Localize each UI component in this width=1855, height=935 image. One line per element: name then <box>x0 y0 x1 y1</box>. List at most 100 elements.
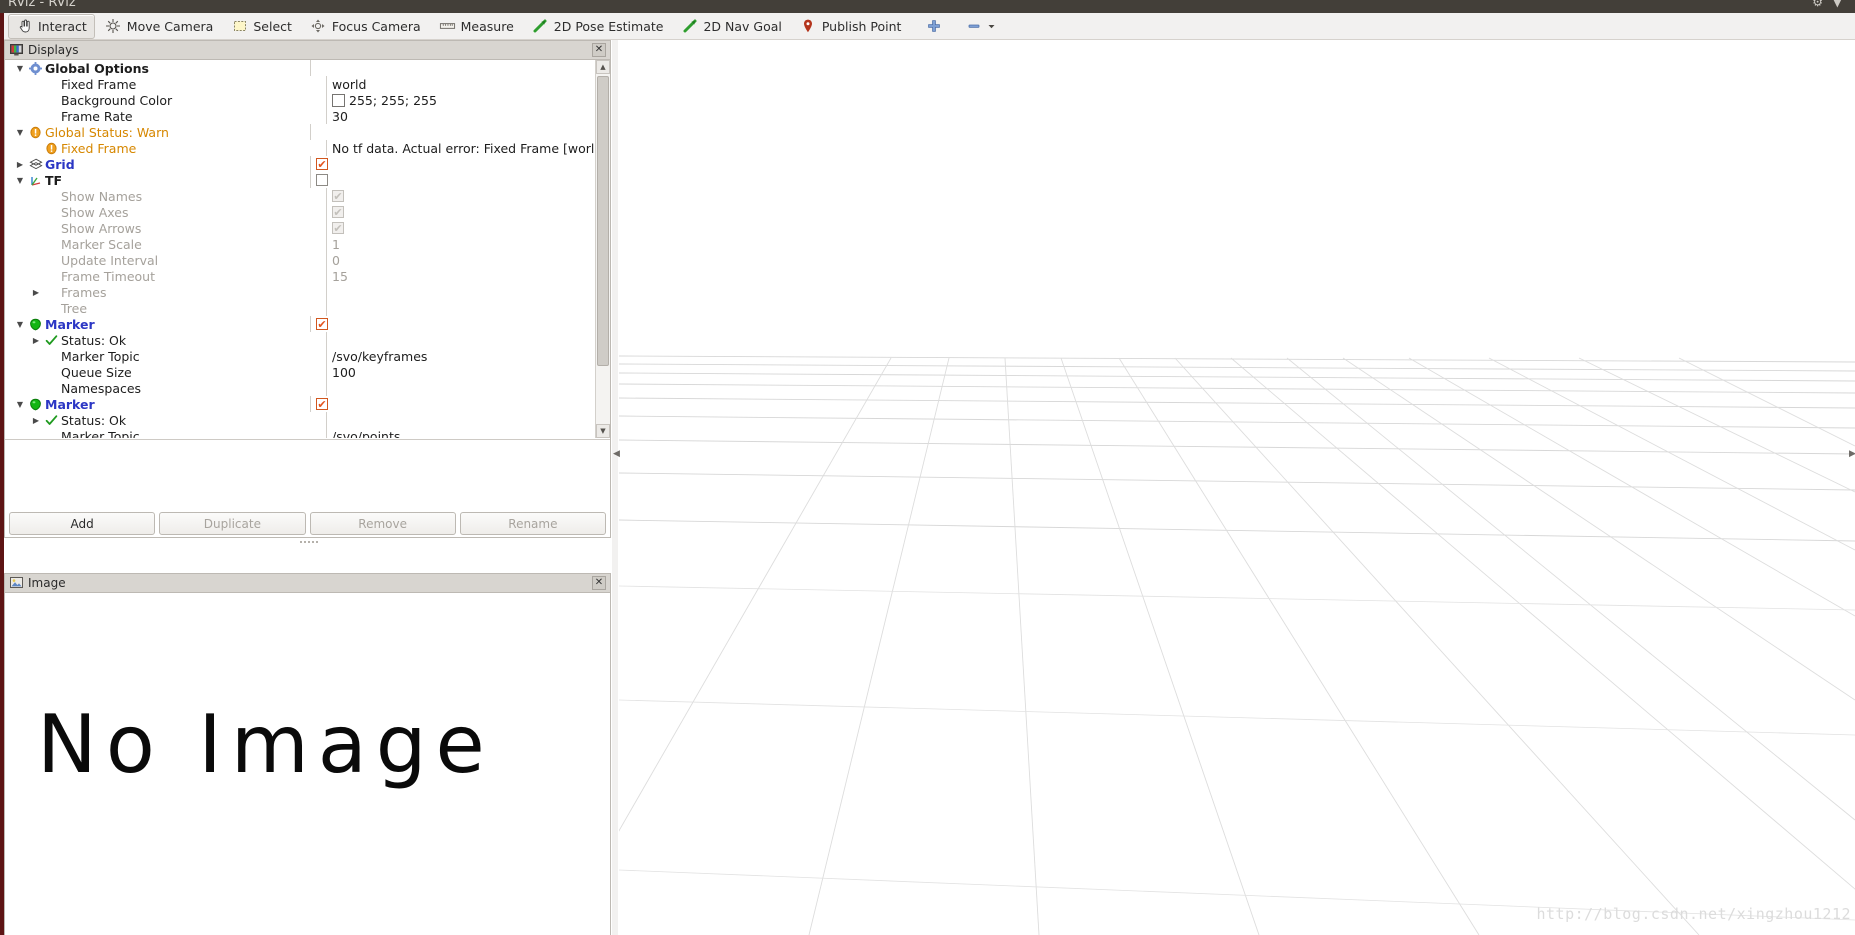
tree-row-label: Fixed Frame <box>61 140 137 156</box>
displays-tree-row[interactable]: Grid <box>5 156 595 172</box>
color-swatch[interactable] <box>332 93 345 107</box>
tree-row-value-cell[interactable] <box>326 300 595 316</box>
tree-row-value-cell[interactable] <box>310 172 595 188</box>
displays-panel-close-button[interactable]: ✕ <box>592 43 606 57</box>
warn-icon <box>43 142 60 155</box>
tree-row-value-cell[interactable] <box>326 284 595 300</box>
add-button[interactable]: Add <box>9 512 156 535</box>
tool-remove-dropdown[interactable] <box>957 14 1004 39</box>
displays-tree-scrollbar[interactable]: ▲ ▼ <box>595 60 610 438</box>
tree-row-label: Marker Topic <box>61 428 140 439</box>
tree-row-label: Global Status: Warn <box>45 124 169 140</box>
display-enable-checkbox[interactable] <box>316 174 328 186</box>
chevron-right-icon[interactable] <box>29 336 43 345</box>
tree-row-value-cell[interactable] <box>310 60 595 76</box>
tree-row-value-cell[interactable] <box>326 204 595 220</box>
chevron-down-icon[interactable] <box>13 320 27 329</box>
displays-tree-row[interactable]: Marker <box>5 316 595 332</box>
chevron-right-icon[interactable] <box>29 416 43 425</box>
displays-tree-row[interactable]: Fixed Frame world <box>5 76 595 92</box>
scrollbar-thumb[interactable] <box>597 76 609 366</box>
displays-tree-row[interactable]: Namespaces <box>5 380 595 396</box>
tree-row-value-cell[interactable]: No tf data. Actual error: Fixed Frame [w… <box>326 140 595 156</box>
displays-tree-row[interactable]: Status: Ok <box>5 412 595 428</box>
displays-tree-row[interactable]: Update Interval 0 <box>5 252 595 268</box>
tree-row-label: Frames <box>61 284 107 300</box>
displays-tree[interactable]: Global OptionsFixed FrameworldBackground… <box>5 60 610 438</box>
display-enable-checkbox[interactable] <box>316 398 328 410</box>
tool-move-camera[interactable]: Move Camera <box>97 14 222 39</box>
tree-row-value-cell[interactable] <box>310 156 595 172</box>
displays-tree-row[interactable]: Show Axes <box>5 204 595 220</box>
panel-resize-grip[interactable] <box>300 540 320 544</box>
tree-row-name-cell: Frame Rate <box>5 108 326 124</box>
tree-row-value-cell[interactable] <box>326 412 595 428</box>
tree-row-value-cell[interactable]: 1 <box>326 236 595 252</box>
tool-interact[interactable]: Interact <box>8 13 95 39</box>
tree-row-value-cell[interactable] <box>310 124 595 140</box>
display-enable-checkbox[interactable] <box>316 158 328 170</box>
displays-tree-row[interactable]: Background Color 255; 255; 255 <box>5 92 595 108</box>
tree-row-value-cell[interactable] <box>326 220 595 236</box>
window-titlebar: RViz - RViz ⚙ ▼ <box>0 0 1855 13</box>
tool-2d-pose-estimate[interactable]: 2D Pose Estimate <box>524 14 672 39</box>
system-tray[interactable]: ⚙ ▼ <box>1812 0 1845 9</box>
splitter-collapse-left-icon[interactable]: ◀ <box>613 450 620 459</box>
tree-row-value-cell[interactable] <box>326 380 595 396</box>
tree-row-value-cell[interactable]: world <box>326 76 595 92</box>
displays-tree-row[interactable]: Queue Size 100 <box>5 364 595 380</box>
tool-2d-nav-goal[interactable]: 2D Nav Goal <box>673 14 789 39</box>
displays-tree-row[interactable]: Frames <box>5 284 595 300</box>
displays-tree-row[interactable]: Tree <box>5 300 595 316</box>
displays-tree-row[interactable]: Marker Topic/svo/points <box>5 428 595 438</box>
tool-add[interactable] <box>917 14 955 39</box>
displays-tree-row[interactable]: Show Names <box>5 188 595 204</box>
chevron-down-icon[interactable] <box>13 64 27 73</box>
tree-row-value-cell[interactable] <box>326 188 595 204</box>
displays-tree-row[interactable]: Global Options <box>5 60 595 76</box>
tree-row-name-cell: Status: Ok <box>5 412 326 428</box>
tree-row-label: Status: Ok <box>61 332 127 348</box>
tree-row-value-cell[interactable]: /svo/keyframes <box>326 348 595 364</box>
window-left-edge <box>0 13 4 935</box>
chevron-right-icon[interactable] <box>29 288 43 297</box>
tool-focus-camera[interactable]: Focus Camera <box>302 14 429 39</box>
tree-row-value-cell[interactable]: /svo/points <box>326 428 595 438</box>
vertical-splitter[interactable] <box>612 40 618 935</box>
tree-row-value-cell[interactable]: 30 <box>326 108 595 124</box>
focus-crosshair-icon <box>310 18 327 35</box>
chevron-down-icon[interactable] <box>13 176 27 185</box>
tree-row-value-cell[interactable]: 255; 255; 255 <box>326 92 595 108</box>
displays-tree-row[interactable]: Marker Topic/svo/keyframes <box>5 348 595 364</box>
image-panel-close-button[interactable]: ✕ <box>592 576 606 590</box>
tool-measure[interactable]: Measure <box>431 14 522 39</box>
tree-row-value-cell[interactable]: 15 <box>326 268 595 284</box>
displays-tree-row[interactable]: TF <box>5 172 595 188</box>
tree-row-value-cell[interactable] <box>310 396 595 412</box>
tool-publish-point[interactable]: Publish Point <box>792 14 910 39</box>
chevron-down-icon[interactable] <box>13 400 27 409</box>
splitter-collapse-right-icon[interactable]: ▶ <box>1849 450 1855 459</box>
scroll-down-icon[interactable]: ▼ <box>596 424 610 438</box>
duplicate-button[interactable]: Duplicate <box>159 512 306 535</box>
displays-tree-row[interactable]: Frame Rate 30 <box>5 108 595 124</box>
displays-tree-row[interactable]: Global Status: Warn <box>5 124 595 140</box>
chevron-right-icon[interactable] <box>13 160 27 169</box>
tree-row-value-cell[interactable]: 0 <box>326 252 595 268</box>
tool-select[interactable]: Select <box>223 14 300 39</box>
tree-row-value-cell[interactable]: 100 <box>326 364 595 380</box>
3d-render-view[interactable]: http://blog.csdn.net/xingzhou1212 <box>619 40 1855 935</box>
rename-button[interactable]: Rename <box>459 512 606 535</box>
displays-tree-row[interactable]: Fixed Frame No tf data. Actual error: Fix… <box>5 140 595 156</box>
displays-tree-row[interactable]: Frame Timeout 15 <box>5 268 595 284</box>
display-enable-checkbox[interactable] <box>316 318 328 330</box>
chevron-down-icon[interactable] <box>13 128 27 137</box>
displays-tree-row[interactable]: Marker <box>5 396 595 412</box>
displays-tree-row[interactable]: Show Arrows <box>5 220 595 236</box>
displays-tree-row[interactable]: Marker Scale 1 <box>5 236 595 252</box>
remove-button[interactable]: Remove <box>309 512 456 535</box>
tree-row-value-cell[interactable] <box>326 332 595 348</box>
displays-tree-row[interactable]: Status: Ok <box>5 332 595 348</box>
scroll-up-icon[interactable]: ▲ <box>596 60 610 74</box>
tree-row-value-cell[interactable] <box>310 316 595 332</box>
